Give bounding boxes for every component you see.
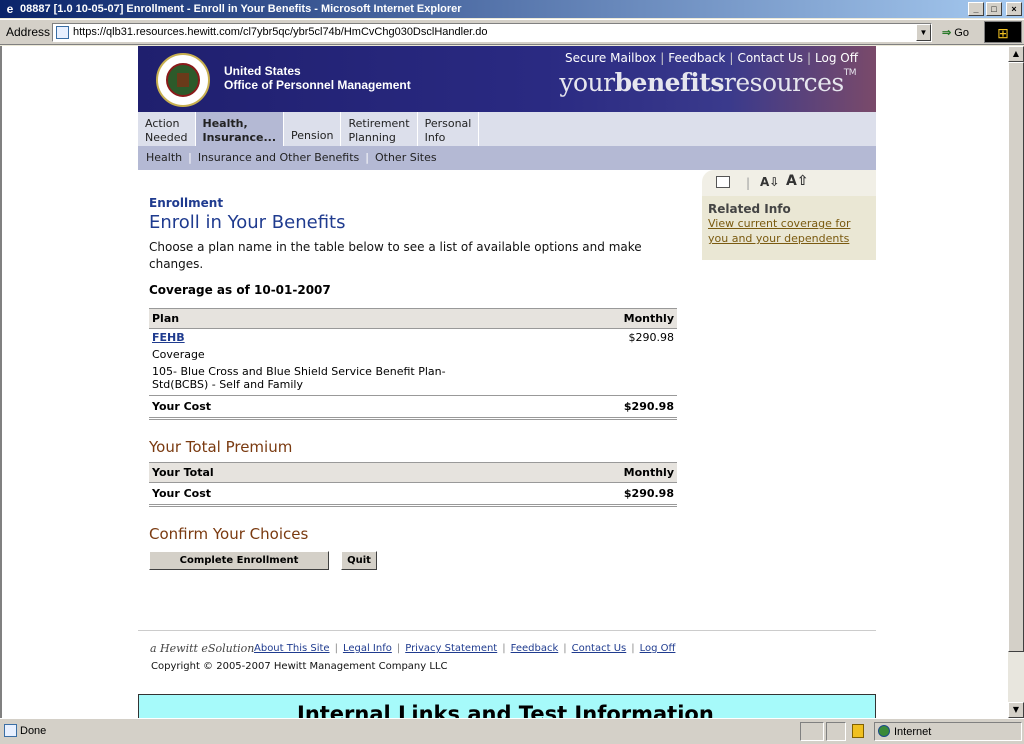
- col-monthly: Monthly: [469, 308, 677, 329]
- site-header: United States Office of Personnel Manage…: [138, 46, 876, 112]
- page-tools: | A⇩ A⇧: [702, 170, 876, 196]
- subnav-insurance-other[interactable]: Insurance and Other Benefits: [198, 151, 359, 164]
- address-label: Address: [6, 25, 51, 39]
- col-monthly: Monthly: [437, 462, 677, 483]
- opm-seal-logo: [156, 53, 210, 107]
- close-button[interactable]: ×: [1006, 2, 1022, 16]
- table-row: Coverage: [149, 346, 677, 363]
- legal-link[interactable]: Legal Info: [343, 643, 392, 654]
- table-row-total: Your Cost $290.98: [149, 482, 677, 507]
- internal-links-title: Internal Links and Test Information: [297, 702, 714, 718]
- col-plan: Plan: [149, 308, 469, 329]
- browser-viewport: United States Office of Personnel Manage…: [0, 46, 1008, 718]
- org-line-2: Office of Personnel Management: [224, 78, 411, 92]
- go-label: Go: [954, 27, 969, 39]
- fehb-plan-link[interactable]: FEHB: [152, 331, 185, 344]
- footer-contact-link[interactable]: Contact Us: [572, 643, 627, 654]
- minimize-button[interactable]: _: [968, 2, 984, 16]
- go-button[interactable]: ⇒ Go: [938, 23, 980, 43]
- plan-table: Plan Monthly FEHB $290.98 Coverage 105- …: [149, 308, 677, 420]
- cost-label: Your Cost: [149, 395, 469, 420]
- windows-logo-icon: ⊞: [984, 21, 1022, 43]
- coverage-date: Coverage as of 10-01-2007: [149, 283, 331, 297]
- header-links: Secure Mailbox | Feedback | Contact Us | Log O…: [565, 51, 858, 65]
- related-info-box: Related Info View current coverage for y…: [702, 196, 876, 260]
- feedback-link[interactable]: Feedback: [668, 51, 725, 65]
- coverage-label: Coverage: [152, 348, 205, 361]
- sub-nav: Health | Insurance and Other Benefits | Othe…: [138, 146, 876, 170]
- main-column: Enrollment Enroll in Your Benefits Choos…: [149, 196, 679, 570]
- page: United States Office of Personnel Manage…: [138, 46, 876, 718]
- go-arrow-icon: ⇒: [942, 27, 952, 39]
- main-nav: Action Needed Health, Insurance... Pension…: [138, 112, 876, 146]
- intro-text: Choose a plan name in the table below to…: [149, 240, 642, 271]
- plan-amount: $290.98: [628, 331, 675, 344]
- nav-retirement-planning[interactable]: Retirement Planning: [341, 112, 418, 146]
- table-row-total: Your Cost $290.98: [149, 395, 677, 420]
- lock-icon: [852, 724, 864, 738]
- address-bar: Address https://qlb31.resources.hewitt.c…: [0, 19, 1024, 45]
- log-off-link[interactable]: Log Off: [815, 51, 858, 65]
- page-icon: [4, 724, 17, 737]
- footer-feedback-link[interactable]: Feedback: [511, 643, 559, 654]
- premium-table: Your Total Monthly Your Cost $290.98: [149, 462, 677, 507]
- nav-pension[interactable]: Pension: [284, 112, 342, 146]
- window-title: 08887 [1.0 10-05-07] Enrollment - Enroll…: [20, 3, 462, 15]
- internal-links-banner: Internal Links and Test Information: [138, 694, 876, 718]
- privacy-link[interactable]: Privacy Statement: [405, 643, 497, 654]
- maximize-button[interactable]: □: [986, 2, 1002, 16]
- address-input[interactable]: https://qlb31.resources.hewitt.com/cl7yb…: [52, 23, 932, 42]
- window-title-bar: e 08887 [1.0 10-05-07] Enrollment - Enro…: [0, 0, 1024, 18]
- nav-action-needed[interactable]: Action Needed: [138, 112, 196, 146]
- view-coverage-link[interactable]: View current coverage for you and your d…: [708, 217, 850, 245]
- org-line-1: United States: [224, 64, 301, 78]
- ie-icon: e: [6, 2, 14, 16]
- premium-title: Your Total Premium: [149, 438, 293, 456]
- cost-amount: $290.98: [469, 395, 677, 420]
- subnav-other-sites[interactable]: Other Sites: [375, 151, 437, 164]
- site-footer: a Hewitt eSolution About This Site | Legal…: [138, 630, 876, 690]
- vertical-scrollbar[interactable]: ▲ ▼: [1008, 46, 1024, 718]
- copyright: Copyright © 2005-2007 Hewitt Management …: [151, 661, 448, 672]
- footer-links: About This Site | Legal Info | Privacy State…: [254, 643, 676, 654]
- address-url: https://qlb31.resources.hewitt.com/cl7yb…: [73, 26, 488, 38]
- subnav-health[interactable]: Health: [146, 151, 182, 164]
- scroll-up-button[interactable]: ▲: [1008, 46, 1024, 62]
- table-row: 105- Blue Cross and Blue Shield Service …: [149, 363, 677, 396]
- address-dropdown-button[interactable]: ▼: [916, 24, 931, 41]
- page-title: Enroll in Your Benefits: [149, 212, 346, 233]
- complete-enrollment-button[interactable]: Complete Enrollment: [149, 551, 329, 570]
- security-zone: Internet: [878, 725, 931, 738]
- zone-label: Internet: [894, 726, 932, 738]
- status-bar: Done Internet: [0, 718, 1024, 744]
- contact-us-link[interactable]: Contact Us: [737, 51, 803, 65]
- secure-mailbox-link[interactable]: Secure Mailbox: [565, 51, 656, 65]
- page-icon: [56, 26, 69, 39]
- sidebar: | A⇩ A⇧ Related Info View current covera…: [702, 170, 876, 260]
- col-your-total: Your Total: [149, 462, 437, 483]
- content-area: Enrollment Enroll in Your Benefits Choos…: [138, 170, 876, 630]
- org-name: United States Office of Personnel Manage…: [224, 64, 411, 92]
- globe-icon: [878, 725, 890, 737]
- nav-personal-info[interactable]: Personal Info: [418, 112, 480, 146]
- scroll-thumb[interactable]: [1008, 62, 1024, 652]
- font-decrease-icon[interactable]: A⇩: [760, 175, 779, 189]
- brand-logo: yourbenefitsresourcesTM: [559, 68, 856, 97]
- section-kicker: Enrollment: [149, 196, 224, 210]
- status-text: Done: [20, 725, 47, 737]
- font-increase-icon[interactable]: A⇧: [786, 173, 809, 189]
- quit-button[interactable]: Quit: [341, 551, 377, 570]
- premium-cost-label: Your Cost: [149, 482, 437, 507]
- related-info-title: Related Info: [708, 202, 791, 216]
- table-row: FEHB $290.98: [149, 329, 677, 347]
- about-link[interactable]: About This Site: [254, 643, 330, 654]
- scroll-down-button[interactable]: ▼: [1008, 702, 1024, 718]
- premium-cost-amount: $290.98: [437, 482, 677, 507]
- print-icon[interactable]: [716, 176, 730, 188]
- coverage-description: 105- Blue Cross and Blue Shield Service …: [152, 365, 446, 391]
- hewitt-logo: a Hewitt eSolution: [150, 642, 255, 655]
- confirm-title: Confirm Your Choices: [149, 525, 309, 543]
- footer-logoff-link[interactable]: Log Off: [640, 643, 676, 654]
- nav-health-insurance[interactable]: Health, Insurance...: [195, 112, 284, 146]
